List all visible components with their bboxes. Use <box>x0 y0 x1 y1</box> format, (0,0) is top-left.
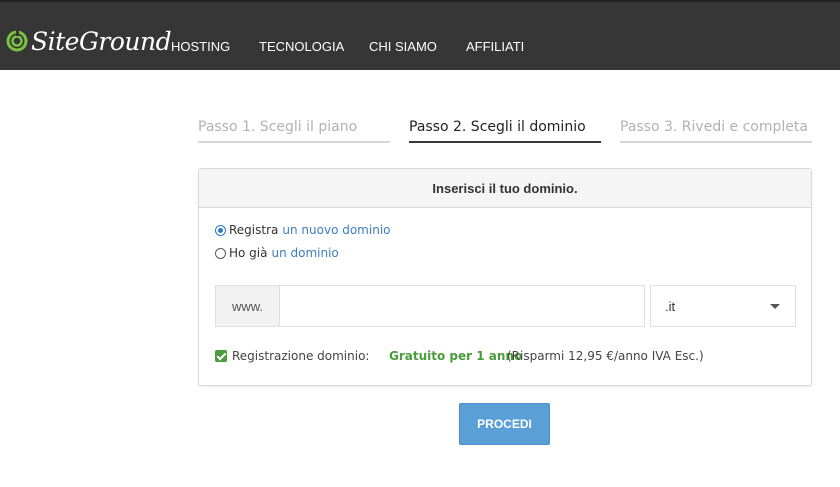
panel-title: Inserisci il tuo dominio. <box>199 169 811 208</box>
proceed-button[interactable]: PROCEDI <box>459 403 550 445</box>
logo-text: SiteGround <box>31 26 172 56</box>
option-new-domain-prefix: Registra <box>229 223 279 237</box>
top-navigation-bar: SiteGround HOSTING TECNOLOGIA CHI SIAMO … <box>0 0 840 70</box>
nav-chi-siamo[interactable]: CHI SIAMO <box>369 39 437 54</box>
registration-label: Registrazione dominio: <box>232 349 370 363</box>
option-new-domain[interactable]: Registra un nuovo dominio <box>215 223 391 237</box>
step-2-label: Passo 2. Scegli il dominio <box>409 119 586 135</box>
logo-swirl-icon <box>6 30 28 52</box>
domain-input[interactable] <box>279 285 645 327</box>
tld-select[interactable]: .it <box>650 285 796 327</box>
option-new-domain-link[interactable]: un nuovo dominio <box>282 223 390 237</box>
registration-checkbox[interactable] <box>215 350 227 362</box>
www-prefix: www. <box>215 285 279 327</box>
registration-free-text: Gratuito per 1 anno <box>389 349 523 363</box>
domain-panel: Inserisci il tuo dominio. Registra un nu… <box>198 168 812 386</box>
registration-row: Registrazione dominio: Gratuito per 1 an… <box>215 349 805 365</box>
step-1-underline <box>198 141 390 143</box>
option-existing-domain-prefix: Ho già <box>229 246 268 260</box>
step-3-label: Passo 3. Rivedi e completa <box>620 119 808 135</box>
chevron-down-icon <box>770 304 780 309</box>
step-2[interactable]: Passo 2. Scegli il dominio <box>409 117 601 143</box>
step-1[interactable]: Passo 1. Scegli il piano <box>198 117 390 143</box>
radio-new-domain[interactable] <box>215 224 226 236</box>
step-3-underline <box>620 141 812 143</box>
step-2-underline <box>409 141 601 143</box>
option-existing-domain-link[interactable]: un dominio <box>271 246 338 260</box>
nav-affiliati[interactable]: AFFILIATI <box>466 39 524 54</box>
step-1-label: Passo 1. Scegli il piano <box>198 119 358 135</box>
option-existing-domain[interactable]: Ho già un dominio <box>215 246 339 260</box>
registration-savings-text: (Risparmi 12,95 €/anno IVA Esc.) <box>507 349 704 363</box>
nav-tecnologia[interactable]: TECNOLOGIA <box>259 39 344 54</box>
siteground-logo[interactable]: SiteGround <box>5 24 172 58</box>
tld-selected-value: .it <box>665 299 676 314</box>
radio-existing-domain[interactable] <box>215 247 226 259</box>
nav-hosting[interactable]: HOSTING <box>171 39 230 54</box>
step-3[interactable]: Passo 3. Rivedi e completa <box>620 117 812 143</box>
